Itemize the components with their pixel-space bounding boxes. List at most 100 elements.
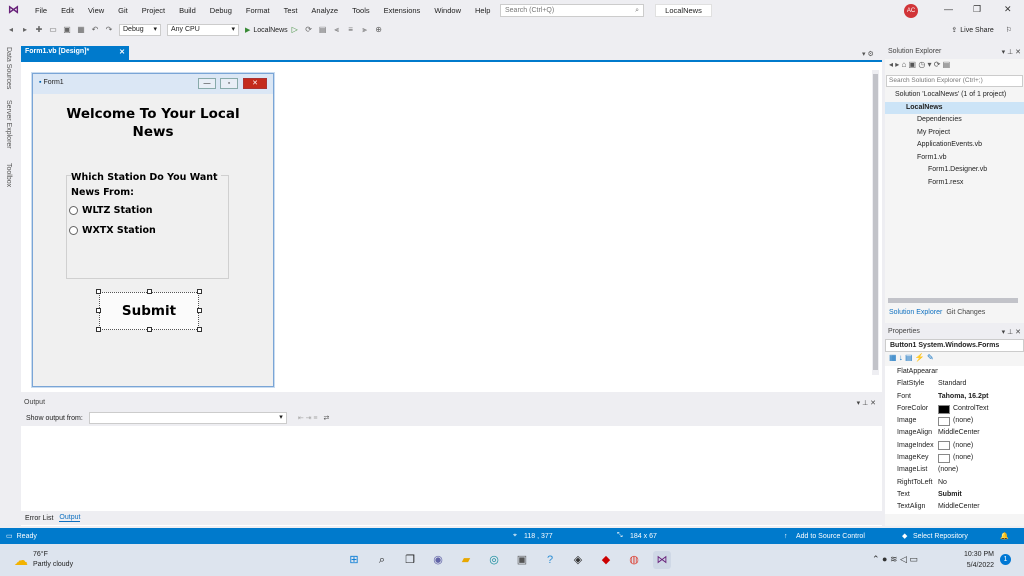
- resize-handle[interactable]: [197, 327, 202, 332]
- tab-git-changes[interactable]: Git Changes: [946, 309, 985, 316]
- start-icon[interactable]: ⊞: [345, 551, 363, 569]
- form-maximize-icon[interactable]: ▫: [220, 78, 238, 89]
- config-select[interactable]: Debug ▾: [119, 24, 161, 36]
- align-right-icon[interactable]: ⫸: [360, 25, 370, 35]
- tab-server-explorer[interactable]: Server Explorer: [5, 100, 12, 149]
- property-value[interactable]: (none): [938, 415, 1024, 427]
- property-row[interactable]: ImageIndex (none): [885, 440, 1024, 452]
- select-repository[interactable]: Select Repository: [913, 533, 968, 540]
- layout-icon[interactable]: ▤: [318, 25, 328, 35]
- categorized-icon[interactable]: ▦ ↓ ▤ ⚡ ✎: [889, 353, 934, 362]
- search-icon[interactable]: ⌕: [373, 551, 391, 569]
- output-source-select[interactable]: ▾: [88, 412, 287, 424]
- upload-icon[interactable]: ↑: [784, 533, 788, 540]
- visual-studio-icon[interactable]: ⋈: [653, 551, 671, 569]
- property-value[interactable]: Standard: [938, 378, 1024, 390]
- property-value[interactable]: [938, 366, 1024, 378]
- menu-git[interactable]: Git: [111, 6, 135, 15]
- property-value[interactable]: ControlText: [938, 403, 1024, 415]
- property-row[interactable]: Image (none): [885, 415, 1024, 427]
- resize-handle[interactable]: [197, 289, 202, 294]
- resize-handle[interactable]: [96, 308, 101, 313]
- tray-icons[interactable]: ⌃ ● ≋ ◁ ▭: [872, 554, 918, 565]
- form-close-icon[interactable]: ✕: [243, 78, 267, 89]
- properties-object-select[interactable]: Button1 System.Windows.Forms: [885, 339, 1024, 352]
- menu-file[interactable]: File: [28, 6, 54, 15]
- zoom-icon[interactable]: ⊕: [374, 25, 384, 35]
- close-icon[interactable]: ✕: [119, 48, 125, 58]
- property-row[interactable]: FlatAppearance: [885, 366, 1024, 378]
- edge-icon[interactable]: ◎: [485, 551, 503, 569]
- property-row[interactable]: ForeColor ControlText: [885, 403, 1024, 415]
- tab-output[interactable]: Output: [59, 514, 81, 522]
- mcafee-icon[interactable]: ◆: [597, 551, 615, 569]
- menu-project[interactable]: Project: [135, 6, 172, 15]
- property-row[interactable]: TextAlign MiddleCenter: [885, 501, 1024, 513]
- file-explorer-icon[interactable]: ▰: [457, 551, 475, 569]
- chat-icon[interactable]: ◉: [429, 551, 447, 569]
- visual-studio-logo-icon[interactable]: ⋈: [8, 4, 22, 16]
- tree-item[interactable]: ApplicationEvents.vb: [885, 139, 1024, 152]
- align-left-icon[interactable]: ⫷: [332, 25, 342, 35]
- menu-tools[interactable]: Tools: [345, 6, 377, 15]
- redo-icon[interactable]: ↷: [104, 25, 114, 35]
- align-center-icon[interactable]: ≡: [346, 25, 356, 35]
- property-row[interactable]: ImageKey (none): [885, 452, 1024, 464]
- save-icon[interactable]: ▣: [62, 25, 72, 35]
- resize-handle[interactable]: [147, 327, 152, 332]
- submit-button[interactable]: Submit: [99, 292, 199, 330]
- property-row[interactable]: RightToLeft No: [885, 477, 1024, 489]
- repo-icon[interactable]: ◆: [902, 532, 907, 540]
- run-target[interactable]: LocalNews: [253, 27, 287, 34]
- play-icon[interactable]: ▶: [245, 26, 250, 34]
- property-value[interactable]: MiddleCenter: [938, 427, 1024, 439]
- property-value[interactable]: No: [938, 477, 1024, 489]
- resize-handle[interactable]: [147, 289, 152, 294]
- tab-solution-explorer[interactable]: Solution Explorer: [889, 309, 942, 316]
- property-row[interactable]: ImageAlign MiddleCenter: [885, 427, 1024, 439]
- pin-icon[interactable]: ▾ ⊥ ✕: [1002, 48, 1021, 57]
- radio-wxtx[interactable]: WXTX Station: [69, 225, 156, 236]
- resize-handle[interactable]: [96, 327, 101, 332]
- help-icon[interactable]: ?: [541, 551, 559, 569]
- clear-icon[interactable]: ⇤ ⇥ ≡: [298, 414, 318, 422]
- live-share-button[interactable]: Live Share: [960, 27, 993, 34]
- undo-icon[interactable]: ↶: [90, 25, 100, 35]
- menu-analyze[interactable]: Analyze: [304, 6, 345, 15]
- new-project-icon[interactable]: ✚: [34, 25, 44, 35]
- weather-icon[interactable]: ☁: [14, 552, 28, 569]
- close-icon[interactable]: ✕: [1004, 4, 1012, 15]
- avatar[interactable]: AC: [904, 4, 918, 18]
- weather-widget[interactable]: 76°F Partly cloudy: [33, 550, 73, 570]
- tree-item[interactable]: Form1.Designer.vb: [885, 164, 1024, 177]
- resize-handle[interactable]: [197, 308, 202, 313]
- solution-search-input[interactable]: Search Solution Explorer (Ctrl+;): [886, 75, 1023, 87]
- tab-data-sources[interactable]: Data Sources: [5, 47, 12, 89]
- menu-view[interactable]: View: [81, 6, 111, 15]
- app-icon[interactable]: ◈: [569, 551, 587, 569]
- property-row[interactable]: Font Tahoma, 16.2pt: [885, 391, 1024, 403]
- pin-icon[interactable]: ▾ ⊥ ✕: [857, 399, 876, 407]
- tree-item[interactable]: Dependencies: [885, 114, 1024, 127]
- pin-icon[interactable]: ▾ ⊥ ✕: [1002, 328, 1021, 337]
- menu-window[interactable]: Window: [427, 6, 468, 15]
- menu-help[interactable]: Help: [468, 6, 497, 15]
- property-value[interactable]: (none): [938, 464, 1024, 476]
- save-all-icon[interactable]: ▦: [76, 25, 86, 35]
- tree-item[interactable]: Form1.resx: [885, 177, 1024, 190]
- property-row[interactable]: Text Submit: [885, 489, 1024, 501]
- back-icon[interactable]: ◂: [6, 25, 16, 35]
- notification-badge-icon[interactable]: 1: [1000, 554, 1011, 565]
- designer-scrollbar[interactable]: [872, 70, 879, 375]
- store-icon[interactable]: ▣: [513, 551, 531, 569]
- tree-item[interactable]: Form1.vb: [885, 152, 1024, 165]
- task-view-icon[interactable]: ❐: [401, 551, 419, 569]
- home-icon[interactable]: ◂ ▸ ⌂ ▣ ◷ ▾ ⟳ ▤: [889, 60, 950, 69]
- resize-handle[interactable]: [96, 289, 101, 294]
- property-value[interactable]: Tahoma, 16.2pt: [938, 391, 1024, 403]
- search-input[interactable]: Search (Ctrl+Q) ⌕: [500, 4, 644, 17]
- property-row[interactable]: ImageList (none): [885, 464, 1024, 476]
- minimize-icon[interactable]: —: [944, 4, 953, 14]
- menu-edit[interactable]: Edit: [54, 6, 81, 15]
- open-icon[interactable]: ▭: [48, 25, 58, 35]
